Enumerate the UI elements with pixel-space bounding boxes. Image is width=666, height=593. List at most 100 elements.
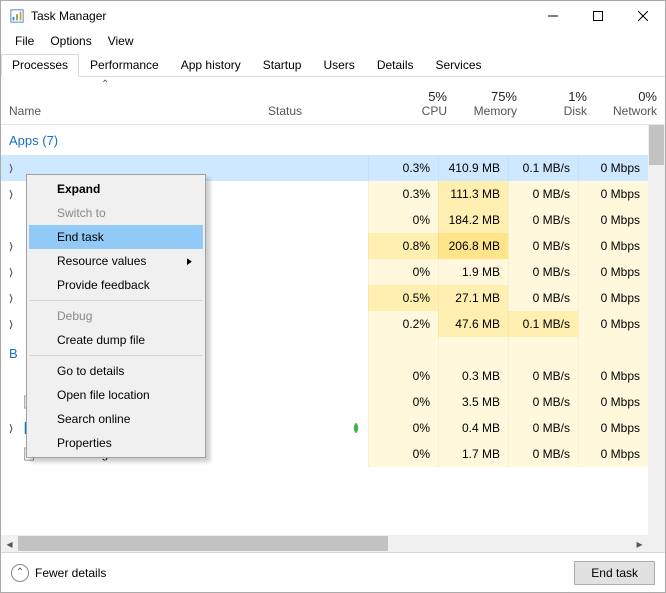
- expand-icon[interactable]: ❯: [5, 163, 17, 174]
- metric-cell: 0 Mbps: [578, 285, 648, 311]
- metric-cell: 0.3%: [368, 155, 438, 181]
- expand-icon[interactable]: ❯: [5, 241, 17, 252]
- metric-cell: 1.7 MB: [438, 441, 508, 467]
- scrollbar-thumb[interactable]: [649, 125, 664, 165]
- metric-cell: [578, 337, 648, 363]
- metric-cell: 0.4 MB: [438, 415, 508, 441]
- footer-bar: ⌃ Fewer details End task: [1, 552, 665, 592]
- menu-options[interactable]: Options: [42, 32, 99, 50]
- tab-services[interactable]: Services: [425, 54, 493, 77]
- maximize-button[interactable]: [575, 1, 620, 31]
- metric-cell: 0%: [368, 363, 438, 389]
- col-cpu[interactable]: 5%CPU: [385, 77, 455, 124]
- group-apps[interactable]: Apps (7): [1, 125, 648, 155]
- menu-view[interactable]: View: [100, 32, 142, 50]
- menu-item-end-task[interactable]: End task: [29, 225, 203, 249]
- metric-cell: 184.2 MB: [438, 207, 508, 233]
- col-status[interactable]: Status: [260, 77, 385, 124]
- submenu-arrow-icon: ▶: [187, 256, 192, 267]
- metric-cell: 0%: [368, 389, 438, 415]
- process-status: [243, 311, 368, 337]
- metric-cell: 111.3 MB: [438, 181, 508, 207]
- metric-cell: 0%: [368, 207, 438, 233]
- metric-cell: 3.5 MB: [438, 389, 508, 415]
- menu-item-search-online[interactable]: Search online: [29, 407, 203, 431]
- metric-cell: 0.5%: [368, 285, 438, 311]
- process-status: [243, 285, 368, 311]
- tab-users[interactable]: Users: [312, 54, 365, 77]
- metric-cell: [368, 337, 438, 363]
- metric-cell: 1.9 MB: [438, 259, 508, 285]
- tab-app-history[interactable]: App history: [170, 54, 252, 77]
- metric-cell: 0.8%: [368, 233, 438, 259]
- expand-icon[interactable]: ❯: [5, 267, 17, 278]
- col-name[interactable]: ⌃ Name: [1, 77, 260, 124]
- app-icon: [9, 8, 25, 24]
- metric-cell: 0 MB/s: [508, 207, 578, 233]
- col-memory[interactable]: 75%Memory: [455, 77, 525, 124]
- scrollbar-thumb[interactable]: [18, 536, 388, 551]
- menu-file[interactable]: File: [7, 32, 42, 50]
- metric-cell: 0%: [368, 415, 438, 441]
- scrollbar-corner: [648, 535, 665, 552]
- vertical-scrollbar[interactable]: [648, 125, 665, 535]
- menu-item-resource-values[interactable]: Resource values▶: [29, 249, 203, 273]
- process-status: [243, 389, 368, 415]
- sort-indicator-icon: ⌃: [101, 79, 109, 90]
- metric-cell: 27.1 MB: [438, 285, 508, 311]
- metric-cell: 0 Mbps: [578, 259, 648, 285]
- close-button[interactable]: [620, 1, 665, 31]
- window-title: Task Manager: [31, 9, 530, 23]
- metric-cell: 0 Mbps: [578, 441, 648, 467]
- process-status: [243, 233, 368, 259]
- column-headers: ⌃ Name Status 5%CPU 75%Memory 1%Disk 0%N…: [1, 77, 665, 125]
- metric-cell: 0 Mbps: [578, 181, 648, 207]
- fewer-details-label[interactable]: Fewer details: [35, 566, 106, 580]
- col-disk[interactable]: 1%Disk: [525, 77, 595, 124]
- menu-item-go-to-details[interactable]: Go to details: [29, 359, 203, 383]
- menu-bar: File Options View: [1, 31, 665, 51]
- metric-cell: 0 Mbps: [578, 233, 648, 259]
- menu-item-open-file-location[interactable]: Open file location: [29, 383, 203, 407]
- col-network[interactable]: 0%Network: [595, 77, 665, 124]
- metric-cell: 0 Mbps: [578, 389, 648, 415]
- metric-cell: 0 MB/s: [508, 441, 578, 467]
- metric-cell: [438, 337, 508, 363]
- process-status: [243, 259, 368, 285]
- window-controls: [530, 1, 665, 31]
- scroll-right-icon[interactable]: ▸: [631, 537, 648, 551]
- expand-icon[interactable]: ❯: [5, 423, 17, 434]
- metric-cell: 0.1 MB/s: [508, 155, 578, 181]
- tab-processes[interactable]: Processes: [1, 54, 79, 77]
- menu-item-properties[interactable]: Properties: [29, 431, 203, 455]
- process-status: [243, 181, 368, 207]
- menu-item-debug: Debug: [29, 304, 203, 328]
- tab-details[interactable]: Details: [366, 54, 425, 77]
- scroll-left-icon[interactable]: ◂: [1, 537, 18, 551]
- menu-item-expand[interactable]: Expand: [29, 177, 203, 201]
- tab-startup[interactable]: Startup: [252, 54, 313, 77]
- expand-icon[interactable]: ❯: [5, 189, 17, 200]
- menu-item-create-dump-file[interactable]: Create dump file: [29, 328, 203, 352]
- metric-cell: 0 MB/s: [508, 363, 578, 389]
- process-status: [243, 207, 368, 233]
- end-task-button[interactable]: End task: [574, 561, 655, 585]
- horizontal-scrollbar[interactable]: ◂ ▸: [1, 535, 648, 552]
- metric-cell: 0.3%: [368, 181, 438, 207]
- metric-cell: 206.8 MB: [438, 233, 508, 259]
- metric-cell: 0 Mbps: [578, 155, 648, 181]
- menu-item-provide-feedback[interactable]: Provide feedback: [29, 273, 203, 297]
- title-bar: Task Manager: [1, 1, 665, 31]
- minimize-button[interactable]: [530, 1, 575, 31]
- expand-icon[interactable]: ❯: [5, 293, 17, 304]
- process-status: [243, 155, 368, 181]
- metric-cell: 0.2%: [368, 311, 438, 337]
- expand-icon[interactable]: ❯: [5, 319, 17, 330]
- tab-performance[interactable]: Performance: [79, 54, 170, 77]
- menu-separator: [30, 300, 202, 301]
- metric-cell: 47.6 MB: [438, 311, 508, 337]
- metric-cell: 0.1 MB/s: [508, 311, 578, 337]
- metric-cell: 0 Mbps: [578, 207, 648, 233]
- fewer-details-icon[interactable]: ⌃: [11, 564, 29, 582]
- metric-cell: 0%: [368, 441, 438, 467]
